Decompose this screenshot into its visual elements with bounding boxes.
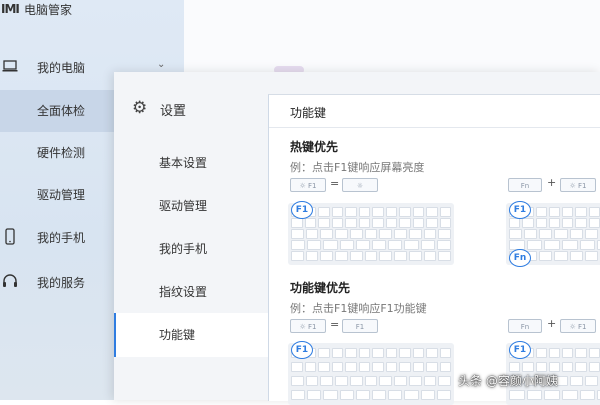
brightness-icon: ☼ (569, 323, 579, 331)
keyboard-keys (288, 343, 454, 405)
settings-nav-phone[interactable]: 我的手机 (114, 227, 268, 271)
headset-icon (2, 273, 18, 291)
key-label: F1 (308, 182, 317, 190)
settings-dialog: ⚙ 设置 基本设置 驱动管理 我的手机 指纹设置 功能键 功能键 热键优先 例：… (114, 72, 600, 405)
key-label: F1 (578, 182, 587, 190)
brightness-icon: ☼ (569, 182, 579, 190)
settings-nav: ⚙ 设置 基本设置 驱动管理 我的手机 指纹设置 功能键 (114, 72, 268, 400)
keyboard-illustration (288, 203, 454, 265)
function-key-panel: 功能键 热键优先 例：点击F1键响应屏幕亮度 ☼ F1 = ☼ Fn + ☼ F… (268, 94, 600, 405)
phone-icon (2, 228, 18, 246)
settings-nav-label: 指纹设置 (159, 285, 208, 299)
app-title-bar: ΙΜΙ 电脑管家 (0, 0, 184, 22)
laptop-icon (2, 58, 18, 76)
fnkey-priority-title: 功能键优先 (290, 281, 351, 295)
fn-highlight-badge: Fn (509, 249, 531, 267)
settings-nav-label: 我的手机 (159, 242, 208, 256)
f1-highlight-badge: F1 (291, 341, 313, 359)
app-title: 电脑管家 (24, 3, 73, 17)
fn-key: Fn (508, 178, 542, 192)
keyboard-keys (288, 203, 454, 265)
sidebar-item-label: 我的电脑 (37, 61, 86, 75)
brightness-icon: ☼ (299, 323, 309, 331)
settings-header: ⚙ 设置 (114, 92, 268, 128)
equals-sign: = (330, 177, 340, 190)
f1-key: ☼ F1 (290, 319, 326, 333)
f1-key: ☼ F1 (290, 178, 326, 192)
sidebar-item-label: 我的服务 (37, 276, 86, 290)
watermark: 头条 @容颜小阿姨 (458, 374, 558, 388)
keyboard-illustration (288, 343, 454, 405)
app-logo-icon: ΙΜΙ (1, 2, 20, 16)
plus-sign: + (547, 317, 557, 330)
settings-nav-label: 功能键 (159, 328, 196, 342)
f1-highlight-badge: F1 (509, 341, 531, 359)
f1-key: ☼ F1 (560, 319, 596, 333)
chevron-down-icon[interactable]: ⌄ (157, 59, 165, 70)
fn-key: Fn (508, 319, 542, 333)
panel-title: 功能键 (290, 106, 327, 120)
f1-result-key: F1 (342, 319, 378, 333)
gear-icon: ⚙ (132, 98, 148, 118)
key-label: F1 (308, 323, 317, 331)
f1-highlight-badge: F1 (509, 201, 531, 219)
settings-nav-label: 基本设置 (159, 156, 208, 170)
equals-sign: = (330, 318, 340, 331)
brightness-key: ☼ (342, 178, 378, 192)
brightness-icon: ☼ (299, 182, 309, 190)
settings-nav-basic[interactable]: 基本设置 (114, 141, 268, 185)
panel-header: 功能键 (269, 95, 600, 128)
key-label: F1 (578, 323, 587, 331)
sidebar-item-label: 驱动管理 (37, 188, 86, 202)
hotkey-priority-desc: 例：点击F1键响应屏幕亮度 (290, 161, 425, 174)
brightness-icon: ☼ (356, 182, 364, 190)
plus-sign: + (547, 176, 557, 189)
fnkey-priority-desc: 例：点击F1键响应F1功能键 (290, 302, 427, 315)
settings-nav-fingerprint[interactable]: 指纹设置 (114, 270, 268, 314)
settings-nav-function-key[interactable]: 功能键 (114, 313, 268, 357)
f1-highlight-badge: F1 (291, 201, 313, 219)
settings-title: 设置 (160, 104, 187, 119)
f1-key: ☼ F1 (560, 178, 596, 192)
sidebar-item-label: 硬件检测 (37, 146, 86, 160)
settings-nav-label: 驱动管理 (159, 199, 208, 213)
hotkey-priority-title: 热键优先 (290, 140, 339, 154)
sidebar-item-label: 我的手机 (37, 231, 86, 245)
sidebar-item-label: 全面体检 (37, 104, 86, 118)
settings-nav-driver[interactable]: 驱动管理 (114, 184, 268, 228)
